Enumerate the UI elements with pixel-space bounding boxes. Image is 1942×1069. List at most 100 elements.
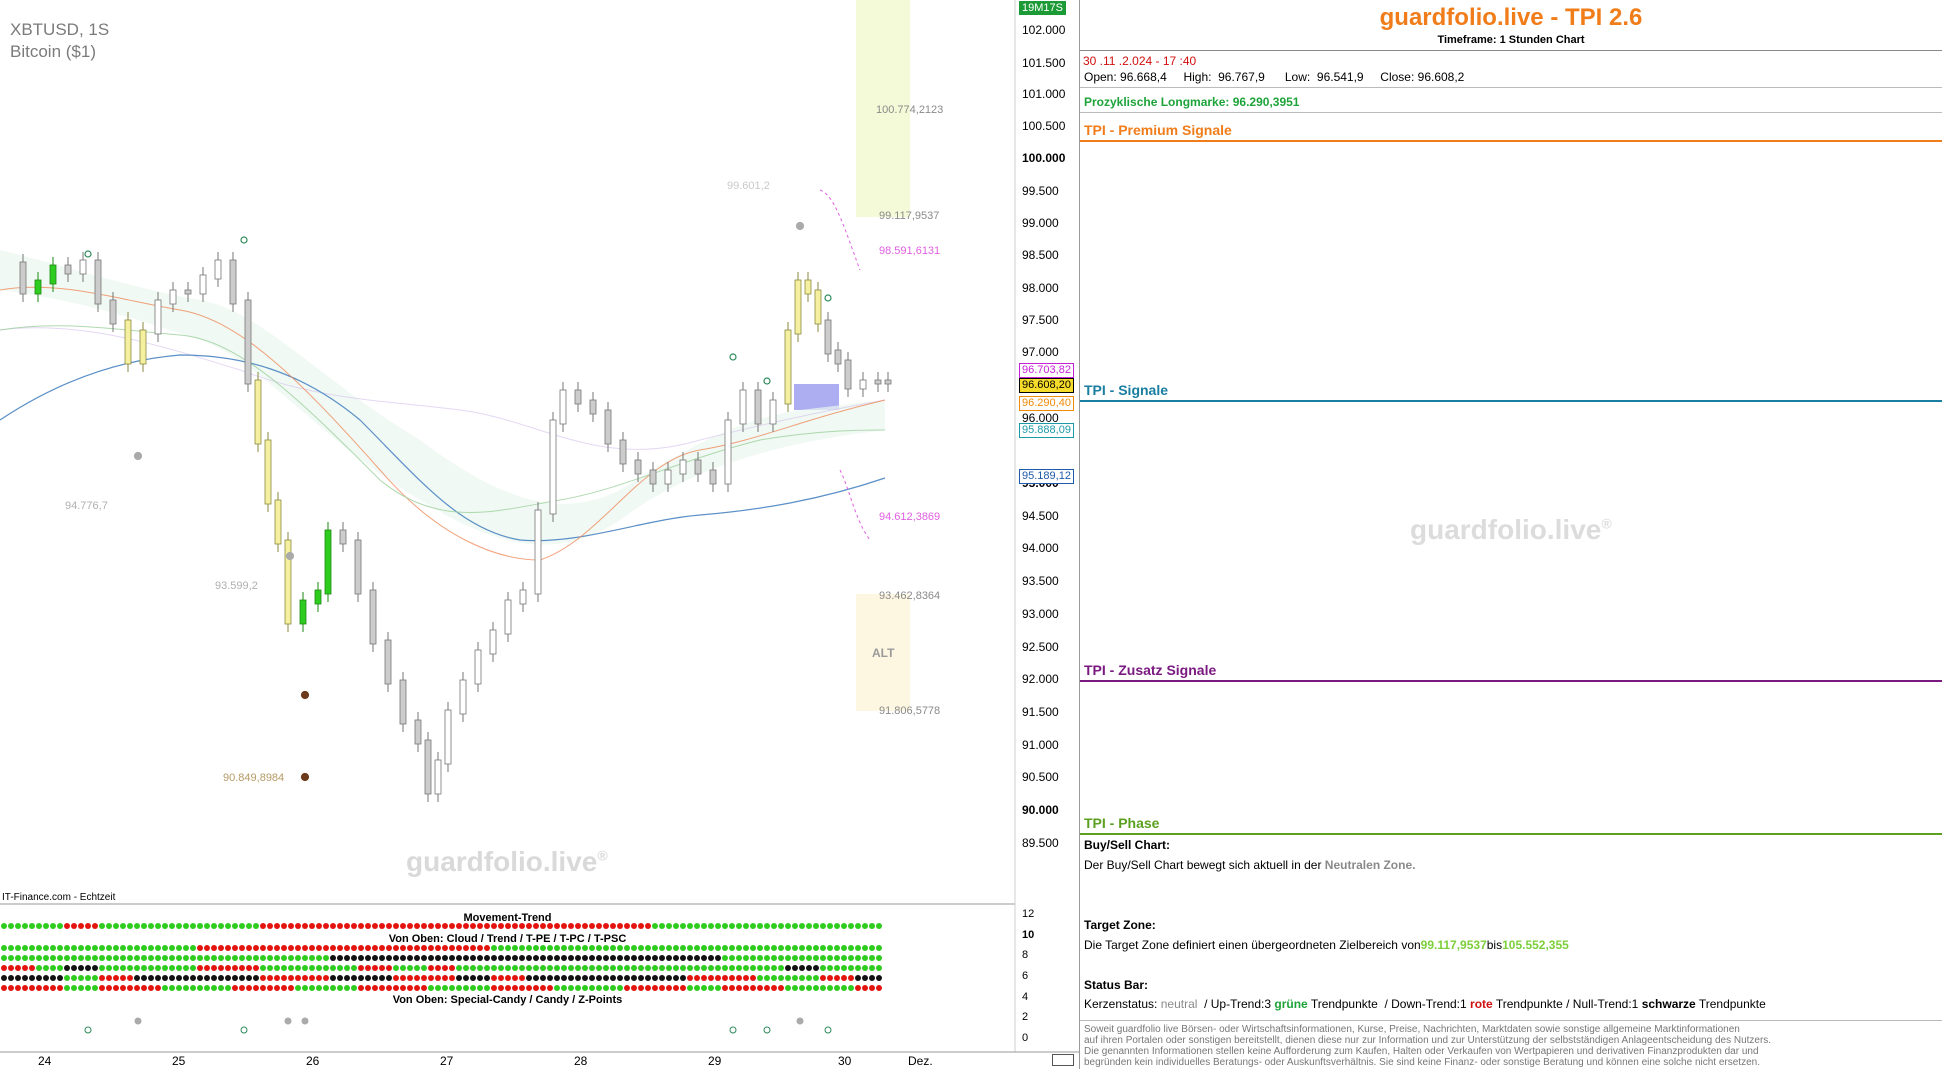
indicator-dot (57, 985, 63, 991)
candle (824, 319, 832, 355)
indicator-dot (8, 975, 14, 981)
panel-title: guardfolio.live - TPI 2.6 (1379, 4, 1643, 31)
indicator-dot (813, 955, 819, 961)
indicator-dot (106, 965, 112, 971)
indicator-dot (526, 975, 532, 981)
indicator-dot (512, 945, 518, 951)
indicator-dot (757, 945, 763, 951)
indicator-dot (533, 975, 539, 981)
z-point (763, 1026, 771, 1034)
indicator-dot (428, 975, 434, 981)
buysell-title: Buy/Sell Chart: (1084, 838, 1171, 852)
indicator-dot (561, 965, 567, 971)
candle (339, 529, 347, 545)
candle (874, 379, 882, 385)
price-axis-label: 93.500 (1022, 574, 1059, 588)
indicator-dot (820, 985, 826, 991)
candle (354, 539, 362, 595)
indicator-dot (134, 985, 140, 991)
indicator-dot (673, 955, 679, 961)
indicator-dot (589, 985, 595, 991)
indicator-dot (449, 985, 455, 991)
indicator-dot (71, 945, 77, 951)
price-axis-label: 97.500 (1022, 313, 1059, 327)
indicator-dot (827, 965, 833, 971)
signal-marker (84, 250, 92, 258)
candle (79, 259, 87, 275)
indicator-axis-label: 2 (1022, 1011, 1029, 1023)
indicator-dot (316, 965, 322, 971)
symbol-label: XBTUSD, 1S (10, 20, 110, 39)
indicator-dot (344, 955, 350, 961)
indicator-dot (554, 975, 560, 981)
price-axis-label: 101.500 (1022, 56, 1066, 70)
indicator-dot (386, 975, 392, 981)
indicator-dot (372, 975, 378, 981)
indicator-dot (666, 965, 672, 971)
indicator-dot (554, 965, 560, 971)
indicator-dot (22, 965, 28, 971)
indicator-dot (148, 955, 154, 961)
indicator-dot (99, 955, 105, 961)
indicator-dot (708, 955, 714, 961)
chart-panel[interactable]: XBTUSD, 1S Bitcoin ($1) 19M17S 102.000 10… (0, 0, 1080, 1069)
indicator-dot (680, 975, 686, 981)
screen: XBTUSD, 1S Bitcoin ($1) 19M17S 102.000 10… (0, 0, 1942, 1069)
indicator-dot (15, 975, 21, 981)
price-tag-longmarke: 96.290,40 (1019, 396, 1074, 411)
indicator-dot (841, 965, 847, 971)
price-chart-canvas[interactable] (0, 0, 1080, 1069)
indicator-dot (855, 975, 861, 981)
indicator-dot (225, 985, 231, 991)
indicator-dot (750, 955, 756, 961)
indicator-dot (519, 945, 525, 951)
indicator-dot (274, 945, 280, 951)
indicator-dot (428, 945, 434, 951)
indicator-dot (589, 955, 595, 961)
indicator-dot (792, 975, 798, 981)
indicator-dot (449, 975, 455, 981)
indicator-dot (29, 985, 35, 991)
indicator-dot (127, 985, 133, 991)
indicator-dot (85, 965, 91, 971)
price-axis-label: 93.000 (1022, 607, 1059, 621)
indicator-dot (659, 965, 665, 971)
indicator-dot (813, 975, 819, 981)
indicator-dot (85, 985, 91, 991)
candle (299, 599, 307, 625)
indicator-dot (617, 955, 623, 961)
indicator-dot (477, 945, 483, 951)
chart-menu-icon[interactable] (1052, 1054, 1074, 1066)
indicator-dot (778, 945, 784, 951)
indicator-dot (421, 985, 427, 991)
candle (489, 629, 497, 655)
price-axis-label: 99.500 (1022, 184, 1059, 198)
indicator-dot (323, 975, 329, 981)
candle (664, 469, 672, 485)
indicator-dot (127, 945, 133, 951)
indicator-dot (204, 955, 210, 961)
indicator-dot (813, 945, 819, 951)
indicator-dot (659, 985, 665, 991)
indicator-dot (624, 945, 630, 951)
indicator-dot (134, 975, 140, 981)
indicator-dot (106, 955, 112, 961)
indicator-dot (379, 985, 385, 991)
indicator-dot (344, 985, 350, 991)
indicator-dot (232, 945, 238, 951)
indicator-dot (218, 985, 224, 991)
indicator-dot (239, 945, 245, 951)
status-text: Kerzenstatus: neutral / Up-Trend:3 grüne… (1084, 997, 1766, 1011)
indicator-dot (246, 985, 252, 991)
indicator-dot (211, 985, 217, 991)
indicator-dot (71, 985, 77, 991)
indicator-dot (78, 955, 84, 961)
indicator-dot (743, 945, 749, 951)
indicator-dot (64, 945, 70, 951)
indicator-dot (22, 975, 28, 981)
indicator-dot (218, 965, 224, 971)
candle (724, 419, 732, 485)
indicator-dot (148, 945, 154, 951)
indicator-dot (288, 955, 294, 961)
indicator-dot (281, 945, 287, 951)
